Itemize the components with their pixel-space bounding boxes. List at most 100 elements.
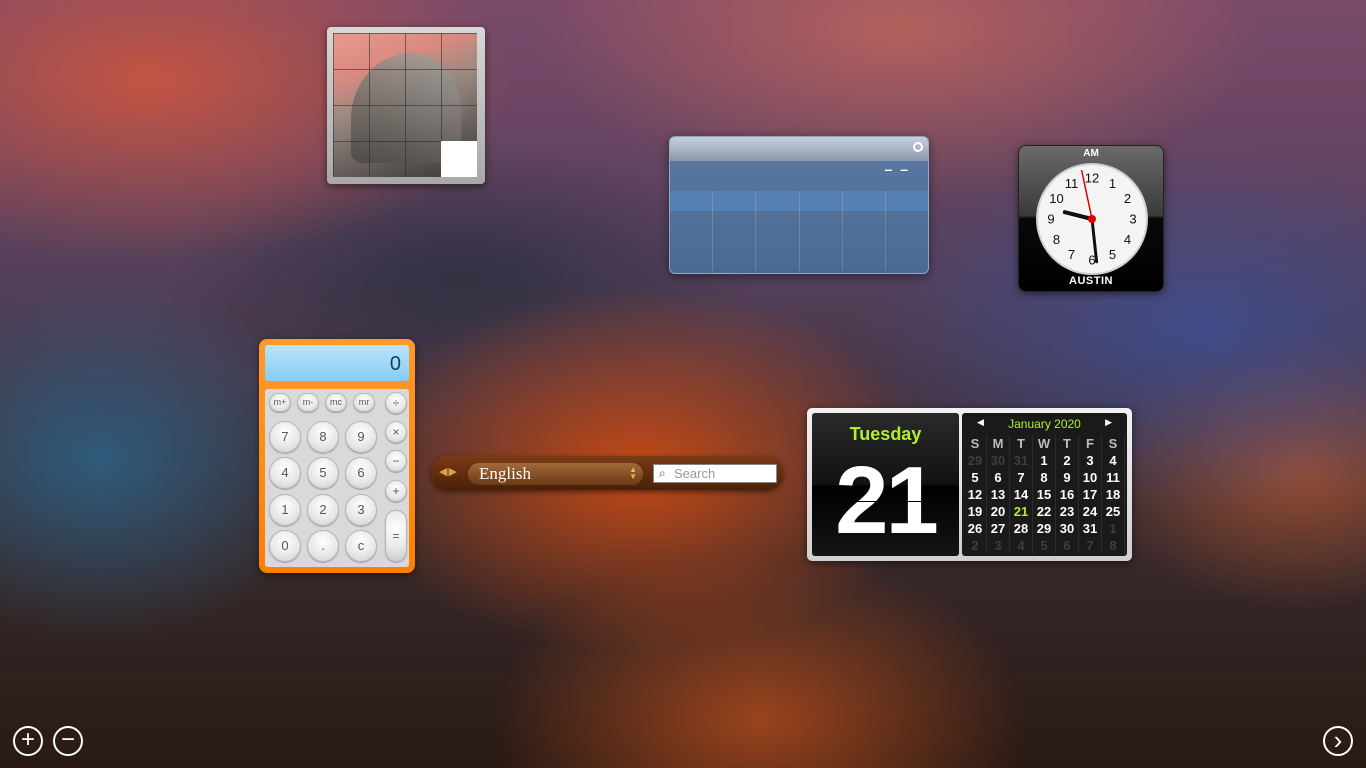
clock-number: 2 bbox=[1124, 191, 1131, 206]
clock-number: 1 bbox=[1109, 176, 1116, 191]
month-panel: ◀ January 2020 ▶ S M T W T F S 29 30 31 … bbox=[962, 413, 1127, 556]
memory-add-button[interactable]: m+ bbox=[269, 393, 291, 412]
weekday-header: S bbox=[964, 435, 987, 452]
calendar-day: 17 bbox=[1079, 486, 1102, 503]
digit-7-button[interactable]: 7 bbox=[269, 421, 301, 453]
month-label: January 2020 bbox=[1008, 417, 1081, 431]
clock-number: 10 bbox=[1049, 191, 1063, 206]
digit-4-button[interactable]: 4 bbox=[269, 457, 301, 489]
decimal-button[interactable]: . bbox=[307, 530, 339, 562]
day-panel: Tuesday 21 bbox=[812, 413, 959, 556]
calendar-day: 8 bbox=[1102, 537, 1125, 554]
calendar-day: 10 bbox=[1079, 469, 1102, 486]
calendar-day: 1 bbox=[1102, 520, 1125, 537]
calendar-day: 9 bbox=[1056, 469, 1079, 486]
digit-5-button[interactable]: 5 bbox=[307, 457, 339, 489]
forecast-day-column bbox=[670, 191, 714, 271]
weekday-header: F bbox=[1079, 435, 1102, 452]
calendar-day: 29 bbox=[964, 452, 987, 469]
forecast-columns bbox=[670, 191, 928, 271]
select-arrows-icon: ▲ ▼ bbox=[629, 465, 637, 481]
calculator-display: 0 bbox=[265, 345, 409, 381]
memory-clear-button[interactable]: mc bbox=[325, 393, 347, 412]
temperature-placeholder: – – bbox=[884, 161, 910, 177]
calendar-day: 14 bbox=[1010, 486, 1033, 503]
digit-8-button[interactable]: 8 bbox=[307, 421, 339, 453]
weather-header bbox=[670, 137, 928, 161]
info-icon[interactable] bbox=[913, 142, 923, 152]
world-clock-widget[interactable]: AM 12 1 2 3 4 5 6 7 8 9 10 11 AUSTIN bbox=[1018, 145, 1164, 292]
calendar-day: 2 bbox=[1056, 452, 1079, 469]
clock-number: 11 bbox=[1065, 176, 1079, 191]
calendar-widget[interactable]: Tuesday 21 ◀ January 2020 ▶ S M T W T F … bbox=[807, 408, 1132, 561]
calendar-day: 13 bbox=[987, 486, 1010, 503]
calendar-day: 18 bbox=[1102, 486, 1125, 503]
next-page-button[interactable]: › bbox=[1323, 726, 1353, 756]
calendar-day: 7 bbox=[1079, 537, 1102, 554]
language-select[interactable]: English ▲ ▼ bbox=[468, 463, 643, 485]
weekday-header: W bbox=[1033, 435, 1056, 452]
tile-game-widget[interactable] bbox=[327, 27, 485, 184]
empty-tile-slot bbox=[441, 141, 477, 177]
add-button[interactable]: + bbox=[385, 480, 407, 502]
weather-widget[interactable]: – – bbox=[669, 136, 929, 274]
next-month-icon[interactable]: ▶ bbox=[1105, 417, 1112, 428]
equals-button[interactable]: = bbox=[385, 510, 407, 562]
month-grid: S M T W T F S 29 30 31 1 2 3 4 5 6 7 8 9… bbox=[964, 435, 1125, 554]
digit-9-button[interactable]: 9 bbox=[345, 421, 377, 453]
clock-number: 7 bbox=[1068, 247, 1075, 262]
language-select-value: English bbox=[479, 464, 531, 483]
translation-widget[interactable]: ◀▶ English ▲ ▼ ⌕ Search bbox=[431, 456, 783, 490]
calendar-day: 15 bbox=[1033, 486, 1056, 503]
clock-number: 4 bbox=[1124, 232, 1131, 247]
subtract-button[interactable]: − bbox=[385, 450, 407, 472]
calendar-day: 2 bbox=[964, 537, 987, 554]
calendar-day: 27 bbox=[987, 520, 1010, 537]
calendar-day: 5 bbox=[1033, 537, 1056, 554]
calendar-day: 4 bbox=[1102, 452, 1125, 469]
memory-recall-button[interactable]: mr bbox=[353, 393, 375, 412]
multiply-button[interactable]: × bbox=[385, 421, 407, 443]
calendar-day: 1 bbox=[1033, 452, 1056, 469]
tile-puzzle-board[interactable] bbox=[333, 33, 477, 177]
calendar-day: 12 bbox=[964, 486, 987, 503]
calendar-day: 30 bbox=[987, 452, 1010, 469]
clock-number: 8 bbox=[1053, 232, 1060, 247]
forecast-day-column bbox=[756, 191, 800, 271]
forecast-day-column bbox=[843, 191, 886, 271]
calendar-day: 29 bbox=[1033, 520, 1056, 537]
clock-face: 12 1234567891011 bbox=[1036, 163, 1148, 275]
clock-number: 12 bbox=[1085, 171, 1099, 186]
clock-city-label: AUSTIN bbox=[1069, 275, 1113, 287]
calendar-day: 26 bbox=[964, 520, 987, 537]
weekday-header: T bbox=[1010, 435, 1033, 452]
calendar-day: 7 bbox=[1010, 469, 1033, 486]
digit-2-button[interactable]: 2 bbox=[307, 494, 339, 526]
calendar-day: 6 bbox=[1056, 537, 1079, 554]
calendar-day: 4 bbox=[1010, 537, 1033, 554]
weekday-header: M bbox=[987, 435, 1010, 452]
flip-divider bbox=[812, 501, 959, 502]
calendar-day: 19 bbox=[964, 503, 987, 520]
weekday-header: T bbox=[1056, 435, 1079, 452]
calendar-day-today: 21 bbox=[1010, 503, 1033, 520]
memory-subtract-button[interactable]: m- bbox=[297, 393, 319, 412]
add-widget-button[interactable]: + bbox=[13, 726, 43, 756]
search-placeholder: Search bbox=[674, 466, 716, 481]
digit-1-button[interactable]: 1 bbox=[269, 494, 301, 526]
calendar-day: 31 bbox=[1010, 452, 1033, 469]
digit-6-button[interactable]: 6 bbox=[345, 457, 377, 489]
digit-0-button[interactable]: 0 bbox=[269, 530, 301, 562]
clear-button[interactable]: c bbox=[345, 530, 377, 562]
am-pm-label: AM bbox=[1083, 148, 1099, 159]
calculator-widget[interactable]: 0 m+ m- mc mr ÷ 7 8 9 × 4 5 6 − + 1 2 3 … bbox=[259, 339, 415, 573]
divide-button[interactable]: ÷ bbox=[385, 392, 407, 414]
clock-number: 5 bbox=[1109, 247, 1116, 262]
calendar-day: 20 bbox=[987, 503, 1010, 520]
language-swap-arrows[interactable]: ◀▶ bbox=[439, 465, 458, 478]
calendar-day: 30 bbox=[1056, 520, 1079, 537]
remove-widget-button[interactable]: − bbox=[53, 726, 83, 756]
calendar-day: 16 bbox=[1056, 486, 1079, 503]
search-field[interactable]: ⌕ Search bbox=[653, 464, 777, 483]
digit-3-button[interactable]: 3 bbox=[345, 494, 377, 526]
